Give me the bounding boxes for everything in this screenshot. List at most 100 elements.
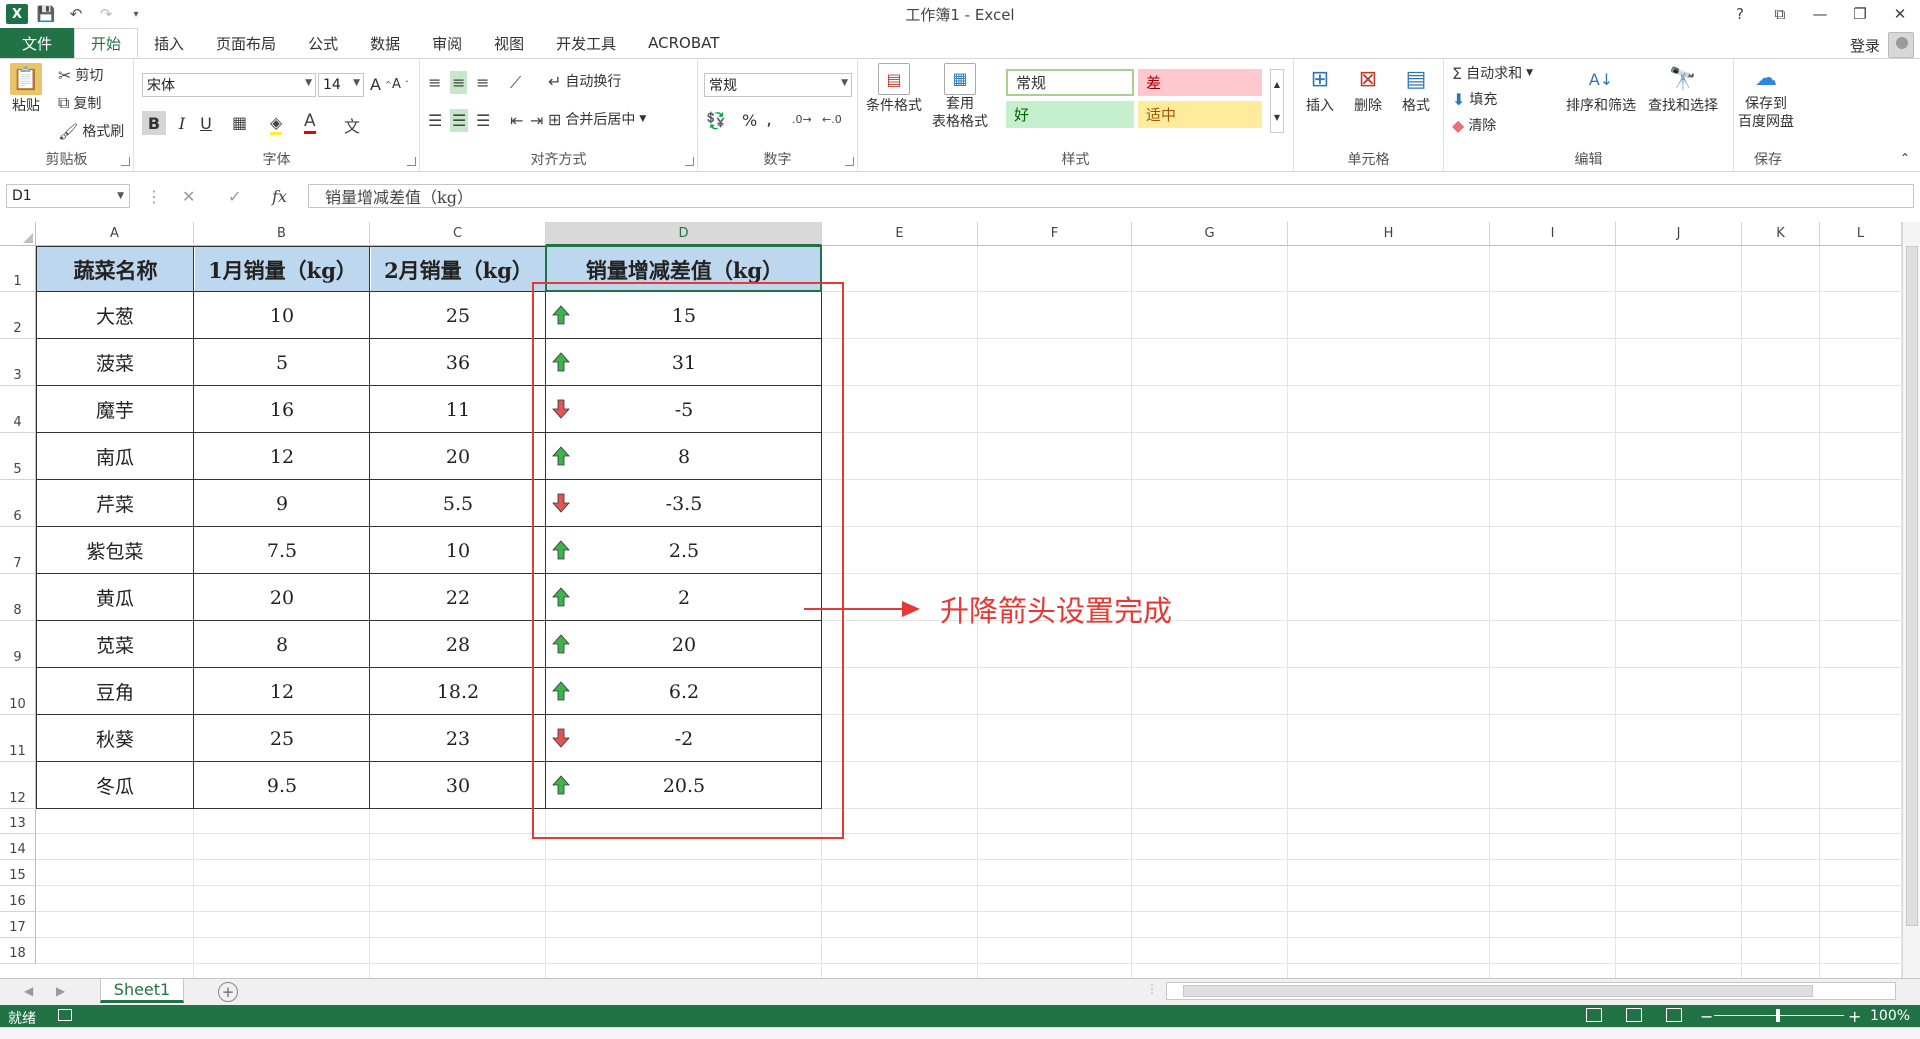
row-header-4[interactable]: 4 bbox=[0, 386, 36, 433]
page-layout-view-icon[interactable] bbox=[1626, 1008, 1642, 1022]
close-button[interactable]: ✕ bbox=[1880, 0, 1920, 28]
table-cell-jan[interactable]: 25 bbox=[194, 715, 370, 762]
table-cell-jan[interactable]: 9 bbox=[194, 480, 370, 527]
prev-sheet-icon[interactable]: ◀ bbox=[24, 984, 33, 998]
table-cell-feb[interactable]: 36 bbox=[370, 339, 546, 386]
zoom-out-button[interactable]: − bbox=[1700, 1007, 1713, 1026]
tab-view[interactable]: 视图 bbox=[478, 28, 540, 58]
styles-more-button[interactable]: ▲ ▼ bbox=[1270, 69, 1284, 133]
zoom-level[interactable]: 100% bbox=[1870, 1008, 1910, 1024]
table-cell-name[interactable]: 菠菜 bbox=[36, 339, 194, 386]
table-cell-feb[interactable]: 11 bbox=[370, 386, 546, 433]
sheet-tab-sheet1[interactable]: Sheet1 bbox=[100, 979, 184, 1003]
table-cell-name[interactable]: 黄瓜 bbox=[36, 574, 194, 621]
tab-acrobat[interactable]: ACROBAT bbox=[632, 28, 735, 58]
format-painter-button[interactable]: 🖌 格式刷 bbox=[58, 121, 124, 141]
cancel-icon[interactable]: ✕ bbox=[182, 187, 195, 206]
table-cell-name[interactable]: 紫包菜 bbox=[36, 527, 194, 574]
row-header-10[interactable]: 10 bbox=[0, 668, 36, 715]
bold-button[interactable]: B bbox=[142, 111, 166, 135]
vertical-scroll-thumb[interactable] bbox=[1906, 246, 1918, 926]
format-as-table-button[interactable]: ▦ 套用 表格格式 bbox=[932, 63, 988, 131]
tab-formulas[interactable]: 公式 bbox=[292, 28, 354, 58]
row-header-13[interactable]: 13 bbox=[0, 809, 36, 834]
ribbon-display-button[interactable]: ⧉ bbox=[1760, 0, 1800, 28]
align-right-button[interactable]: ☰ bbox=[476, 111, 490, 130]
table-cell-name[interactable]: 冬瓜 bbox=[36, 762, 194, 809]
table-cell-feb[interactable]: 10 bbox=[370, 527, 546, 574]
sign-in-link[interactable]: 登录 bbox=[1850, 35, 1880, 56]
align-middle-button[interactable]: ≡ bbox=[450, 71, 468, 94]
help-button[interactable]: ? bbox=[1720, 0, 1760, 28]
column-header-a[interactable]: A bbox=[36, 222, 194, 246]
table-cell-jan[interactable]: 9.5 bbox=[194, 762, 370, 809]
row-header-5[interactable]: 5 bbox=[0, 433, 36, 480]
column-header-h[interactable]: H bbox=[1288, 222, 1490, 246]
orientation-button[interactable]: ⟋ bbox=[510, 73, 521, 93]
grow-font-button[interactable]: A ^ bbox=[370, 75, 392, 94]
tab-insert[interactable]: 插入 bbox=[138, 28, 200, 58]
underline-button[interactable]: U bbox=[196, 111, 216, 135]
zoom-slider-thumb[interactable] bbox=[1776, 1009, 1780, 1022]
normal-view-icon[interactable] bbox=[1586, 1008, 1602, 1022]
align-left-button[interactable]: ☰ bbox=[428, 111, 442, 130]
table-cell-feb[interactable]: 20 bbox=[370, 433, 546, 480]
row-header-11[interactable]: 11 bbox=[0, 715, 36, 762]
table-cell-feb[interactable]: 25 bbox=[370, 292, 546, 339]
column-header-e[interactable]: E bbox=[822, 222, 978, 246]
autosum-button[interactable]: Σ 自动求和 ▼ bbox=[1452, 63, 1533, 83]
tab-home[interactable]: 开始 bbox=[74, 28, 139, 58]
column-header-l[interactable]: L bbox=[1820, 222, 1902, 246]
find-select-button[interactable]: 🔭 查找和选择 bbox=[1648, 63, 1718, 115]
column-header-j[interactable]: J bbox=[1616, 222, 1742, 246]
font-launcher-icon[interactable] bbox=[407, 157, 416, 166]
merge-center-button[interactable]: ⊞ 合并后居中 ▼ bbox=[548, 109, 646, 129]
row-header-17[interactable]: 17 bbox=[0, 912, 36, 938]
style-bad[interactable]: 差 bbox=[1138, 69, 1262, 96]
row-header-1[interactable]: 1 bbox=[0, 246, 36, 292]
paste-button[interactable]: 📋 粘贴 bbox=[10, 63, 42, 115]
conditional-format-button[interactable]: ▤ 条件格式 bbox=[866, 63, 922, 115]
copy-button[interactable]: ⧉ 复制 bbox=[58, 93, 101, 113]
row-header-14[interactable]: 14 bbox=[0, 834, 36, 860]
table-cell-name[interactable]: 大葱 bbox=[36, 292, 194, 339]
align-center-button[interactable]: ☰ bbox=[450, 109, 469, 132]
column-header-f[interactable]: F bbox=[978, 222, 1132, 246]
shrink-font-button[interactable]: Aˇ bbox=[392, 77, 409, 92]
sort-filter-button[interactable]: A↓ 排序和筛选 bbox=[1566, 63, 1636, 115]
horizontal-scrollbar[interactable] bbox=[1166, 982, 1896, 1000]
style-neutral[interactable]: 适中 bbox=[1138, 101, 1262, 128]
tab-review[interactable]: 审阅 bbox=[416, 28, 478, 58]
table-cell-jan[interactable]: 8 bbox=[194, 621, 370, 668]
table-cell-name[interactable]: 魔芋 bbox=[36, 386, 194, 433]
column-header-k[interactable]: K bbox=[1742, 222, 1820, 246]
column-header-b[interactable]: B bbox=[194, 222, 370, 246]
table-cell-jan[interactable]: 12 bbox=[194, 433, 370, 480]
worksheet-grid[interactable]: ABCDEFGHIJKL 1 2 3 4 5 6 7 8 9 10 11 12 13 14 15 16 17 18… bbox=[0, 222, 1920, 978]
style-normal[interactable]: 常规 bbox=[1006, 69, 1134, 96]
increase-indent-button[interactable]: ⇥ bbox=[530, 111, 543, 130]
collapse-ribbon-icon[interactable]: ⌃ bbox=[1900, 151, 1910, 165]
table-cell-name[interactable]: 豆角 bbox=[36, 668, 194, 715]
table-header-cell[interactable]: 2月销量（kg） bbox=[371, 247, 546, 292]
table-cell-jan[interactable]: 16 bbox=[194, 386, 370, 433]
table-header-cell[interactable]: 蔬菜名称 bbox=[37, 247, 194, 292]
number-launcher-icon[interactable] bbox=[845, 157, 854, 166]
table-cell-jan[interactable]: 20 bbox=[194, 574, 370, 621]
table-cell-name[interactable]: 南瓜 bbox=[36, 433, 194, 480]
row-header-3[interactable]: 3 bbox=[0, 339, 36, 386]
font-color-button[interactable]: A bbox=[304, 111, 316, 134]
align-top-button[interactable]: ≡ bbox=[428, 73, 441, 92]
insert-cells-button[interactable]: ⊞ 插入 bbox=[1304, 63, 1336, 115]
enter-icon[interactable]: ✓ bbox=[228, 187, 241, 206]
alignment-launcher-icon[interactable] bbox=[685, 157, 694, 166]
table-cell-jan[interactable]: 12 bbox=[194, 668, 370, 715]
decrease-decimal-button[interactable]: ←.0 bbox=[822, 113, 842, 126]
tab-data[interactable]: 数据 bbox=[354, 28, 416, 58]
table-cell-jan[interactable]: 10 bbox=[194, 292, 370, 339]
accounting-format-button[interactable]: 💱 bbox=[706, 111, 726, 130]
redo-icon[interactable]: ↷ bbox=[94, 3, 118, 25]
insert-function-button[interactable]: fx bbox=[272, 187, 287, 206]
table-cell-name[interactable]: 秋葵 bbox=[36, 715, 194, 762]
align-bottom-button[interactable]: ≡ bbox=[476, 73, 489, 92]
